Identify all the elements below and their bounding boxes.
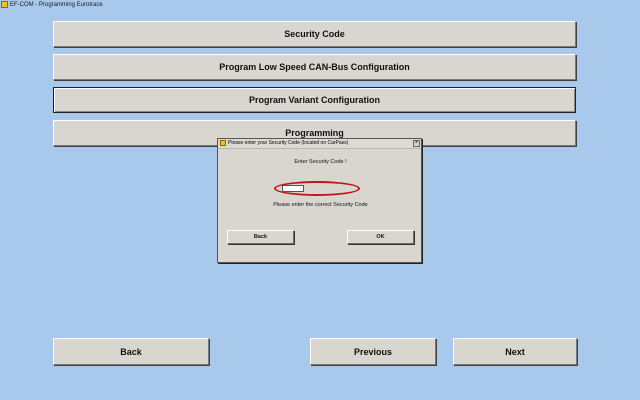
dialog-titlebar: Please enter your Security Code (located… bbox=[218, 139, 421, 149]
dialog-back-button[interactable]: Back bbox=[227, 230, 294, 244]
security-code-button[interactable]: Security Code bbox=[53, 21, 576, 47]
previous-button[interactable]: Previous bbox=[310, 338, 436, 365]
program-variant-configuration-button[interactable]: Program Variant Configuration bbox=[53, 87, 576, 113]
back-button[interactable]: Back bbox=[53, 338, 209, 365]
close-icon[interactable]: × bbox=[413, 140, 420, 147]
next-button[interactable]: Next bbox=[453, 338, 577, 365]
window-titlebar: EF-COM - Programming Eurotrace bbox=[0, 0, 640, 10]
dialog-hint: Please enter the correct Security Code bbox=[273, 202, 368, 208]
dialog-prompt: Enter Security Code ! bbox=[294, 159, 347, 165]
security-code-dialog: Please enter your Security Code (located… bbox=[217, 138, 422, 263]
dialog-ok-button[interactable]: OK bbox=[347, 230, 414, 244]
dialog-title: Please enter your Security Code (located… bbox=[228, 140, 349, 146]
window-title: EF-COM - Programming Eurotrace bbox=[10, 2, 103, 8]
dialog-app-icon bbox=[220, 140, 226, 146]
security-code-input[interactable] bbox=[282, 185, 304, 192]
program-low-speed-can-bus-button[interactable]: Program Low Speed CAN-Bus Configuration bbox=[53, 54, 576, 80]
app-icon bbox=[1, 1, 8, 8]
